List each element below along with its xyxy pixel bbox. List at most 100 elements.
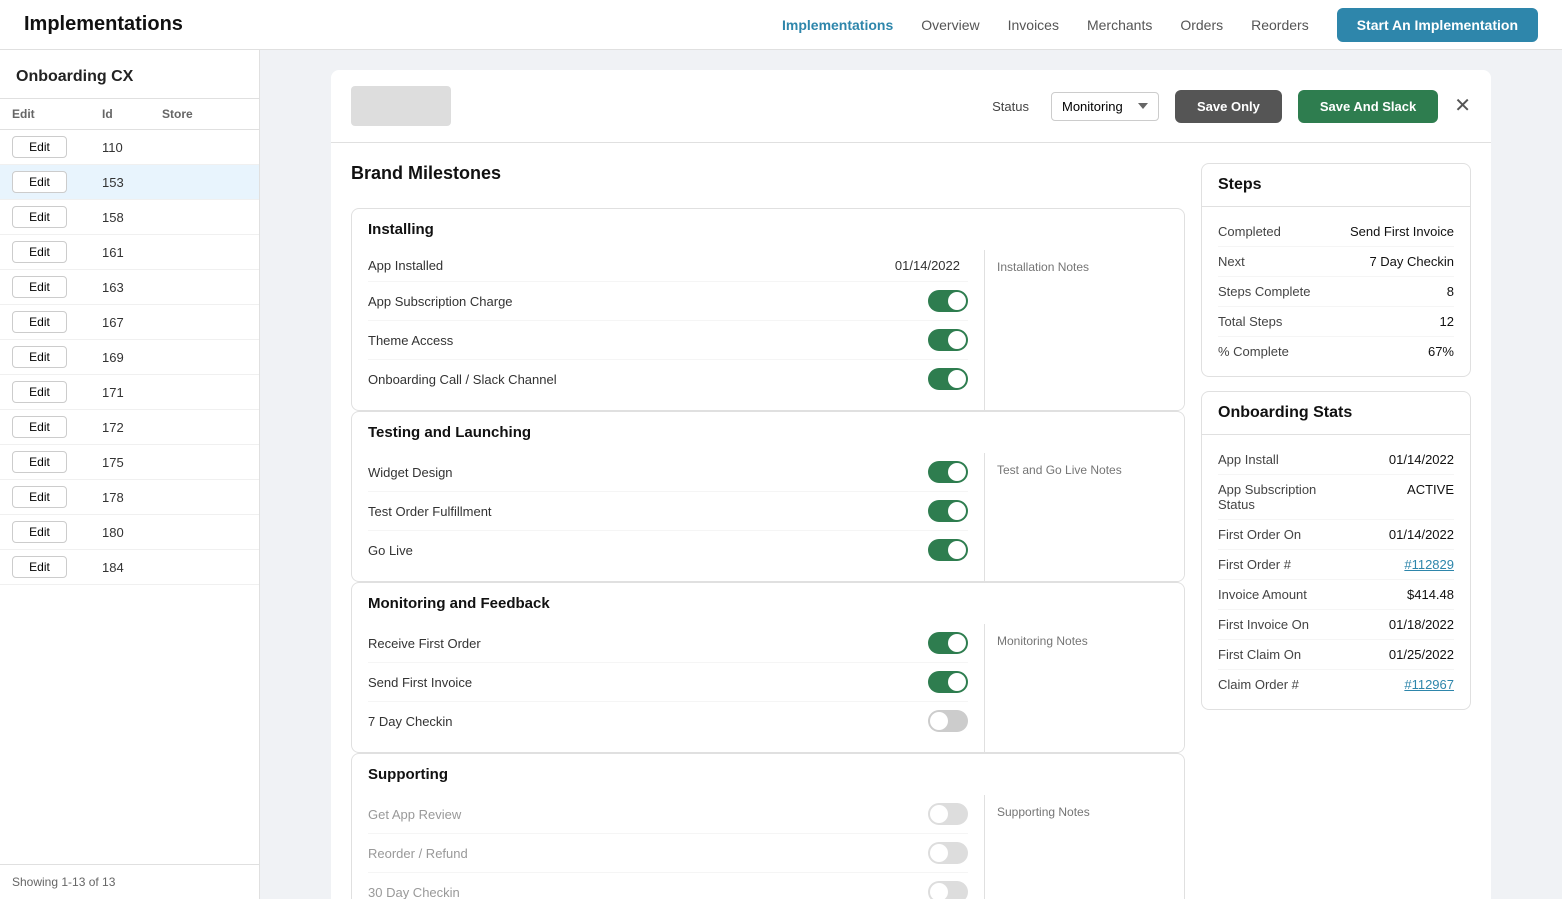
stats-row: First Invoice On 01/18/2022 xyxy=(1218,610,1454,640)
toggle-switch[interactable] xyxy=(928,329,968,351)
save-only-button[interactable]: Save Only xyxy=(1175,90,1282,123)
milestone-section-1: Testing and LaunchingWidget DesignTest O… xyxy=(351,411,1185,582)
toggle-switch[interactable] xyxy=(928,368,968,390)
content-area: Status Monitoring Onboarding Installing … xyxy=(260,50,1562,899)
milestone-item: 30 Day Checkin xyxy=(368,873,968,899)
edit-button[interactable]: Edit xyxy=(12,451,67,473)
edit-button[interactable]: Edit xyxy=(12,486,67,508)
milestone-section-3: SupportingGet App ReviewReorder / Refund… xyxy=(351,753,1185,899)
sidebar-header: Edit Id Store xyxy=(0,99,259,130)
right-column: Steps Completed Send First Invoice Next … xyxy=(1201,163,1471,899)
id-cell: 180 xyxy=(102,525,162,540)
stats-row: First Claim On 01/25/2022 xyxy=(1218,640,1454,670)
milestone-item: Receive First Order xyxy=(368,624,968,663)
steps-row: Steps Complete 8 xyxy=(1218,277,1454,307)
toggle-switch[interactable] xyxy=(928,710,968,732)
milestone-item: Onboarding Call / Slack Channel xyxy=(368,360,968,398)
id-cell: 153 xyxy=(102,175,162,190)
nav-overview[interactable]: Overview xyxy=(921,17,979,33)
stats-row-value: 01/25/2022 xyxy=(1389,647,1454,662)
steps-row-value: Send First Invoice xyxy=(1350,224,1454,239)
edit-button[interactable]: Edit xyxy=(12,311,67,333)
left-column: Brand Milestones InstallingApp Installed… xyxy=(351,163,1185,899)
edit-cell: Edit xyxy=(12,381,102,403)
edit-button[interactable]: Edit xyxy=(12,381,67,403)
sidebar-row: Edit 163 xyxy=(0,270,259,305)
edit-cell: Edit xyxy=(12,451,102,473)
stats-row-value[interactable]: #112829 xyxy=(1404,557,1454,572)
steps-row: Completed Send First Invoice xyxy=(1218,217,1454,247)
steps-card: Steps Completed Send First Invoice Next … xyxy=(1201,163,1471,377)
edit-button[interactable]: Edit xyxy=(12,241,67,263)
toggle-switch[interactable] xyxy=(928,461,968,483)
sidebar-row: Edit 169 xyxy=(0,340,259,375)
edit-button[interactable]: Edit xyxy=(12,416,67,438)
start-implementation-button[interactable]: Start An Implementation xyxy=(1337,8,1538,42)
nav-invoices[interactable]: Invoices xyxy=(1008,17,1059,33)
stats-row: App Install 01/14/2022 xyxy=(1218,445,1454,475)
steps-row-label: Steps Complete xyxy=(1218,284,1311,299)
stats-row-value[interactable]: #112967 xyxy=(1404,677,1454,692)
stats-row: First Order On 01/14/2022 xyxy=(1218,520,1454,550)
sidebar-row: Edit 167 xyxy=(0,305,259,340)
nav-merchants[interactable]: Merchants xyxy=(1087,17,1152,33)
nav-implementations[interactable]: Implementations xyxy=(782,17,893,33)
milestone-item: Widget Design xyxy=(368,453,968,492)
stats-row-value: 01/14/2022 xyxy=(1389,452,1454,467)
sidebar-footer: Showing 1-13 of 13 xyxy=(0,864,259,899)
sidebar-row: Edit 184 xyxy=(0,550,259,585)
edit-button[interactable]: Edit xyxy=(12,206,67,228)
milestone-item: Get App Review xyxy=(368,795,968,834)
toggle-switch[interactable] xyxy=(928,632,968,654)
edit-button[interactable]: Edit xyxy=(12,136,67,158)
toggle-switch[interactable] xyxy=(928,290,968,312)
id-cell: 184 xyxy=(102,560,162,575)
stats-row-label: App Subscription Status xyxy=(1218,482,1338,512)
stats-row-label: First Invoice On xyxy=(1218,617,1309,632)
steps-row: % Complete 67% xyxy=(1218,337,1454,366)
toggle-switch[interactable] xyxy=(928,539,968,561)
edit-button[interactable]: Edit xyxy=(12,556,67,578)
id-cell: 178 xyxy=(102,490,162,505)
milestone-item: Send First Invoice xyxy=(368,663,968,702)
nav-reorders[interactable]: Reorders xyxy=(1251,17,1309,33)
notes-textarea-2[interactable] xyxy=(985,624,1184,752)
edit-cell: Edit xyxy=(12,276,102,298)
id-cell: 171 xyxy=(102,385,162,400)
notes-textarea-3[interactable] xyxy=(985,795,1184,899)
edit-cell: Edit xyxy=(12,416,102,438)
steps-body: Completed Send First Invoice Next 7 Day … xyxy=(1202,207,1470,376)
id-cell: 167 xyxy=(102,315,162,330)
edit-button[interactable]: Edit xyxy=(12,171,67,193)
milestone-item: Test Order Fulfillment xyxy=(368,492,968,531)
edit-button[interactable]: Edit xyxy=(12,276,67,298)
edit-cell: Edit xyxy=(12,346,102,368)
item-label: Test Order Fulfillment xyxy=(368,504,916,519)
stats-row-value: $414.48 xyxy=(1407,587,1454,602)
edit-button[interactable]: Edit xyxy=(12,521,67,543)
edit-cell: Edit xyxy=(12,486,102,508)
close-button[interactable]: ✕ xyxy=(1454,96,1471,116)
id-cell: 172 xyxy=(102,420,162,435)
milestone-item: App Subscription Charge xyxy=(368,282,968,321)
stats-row-label: Claim Order # xyxy=(1218,677,1299,692)
item-label: Theme Access xyxy=(368,333,916,348)
brand-milestones-title: Brand Milestones xyxy=(351,163,1185,184)
stats-row-value: ACTIVE xyxy=(1407,482,1454,497)
edit-button[interactable]: Edit xyxy=(12,346,67,368)
notes-textarea-1[interactable] xyxy=(985,453,1184,581)
stats-row: First Order # #112829 xyxy=(1218,550,1454,580)
stats-row-label: Invoice Amount xyxy=(1218,587,1307,602)
save-and-slack-button[interactable]: Save And Slack xyxy=(1298,90,1438,123)
item-label: Widget Design xyxy=(368,465,916,480)
notes-textarea-0[interactable] xyxy=(985,250,1184,410)
steps-row-label: Next xyxy=(1218,254,1245,269)
sidebar-row: Edit 171 xyxy=(0,375,259,410)
status-select[interactable]: Monitoring Onboarding Installing Testing… xyxy=(1051,92,1159,121)
nav-orders[interactable]: Orders xyxy=(1180,17,1223,33)
toggle-switch[interactable] xyxy=(928,671,968,693)
toggle-switch[interactable] xyxy=(928,500,968,522)
sidebar-row: Edit 175 xyxy=(0,445,259,480)
milestone-section-2: Monitoring and FeedbackReceive First Ord… xyxy=(351,582,1185,753)
panel-header: Status Monitoring Onboarding Installing … xyxy=(331,70,1491,143)
